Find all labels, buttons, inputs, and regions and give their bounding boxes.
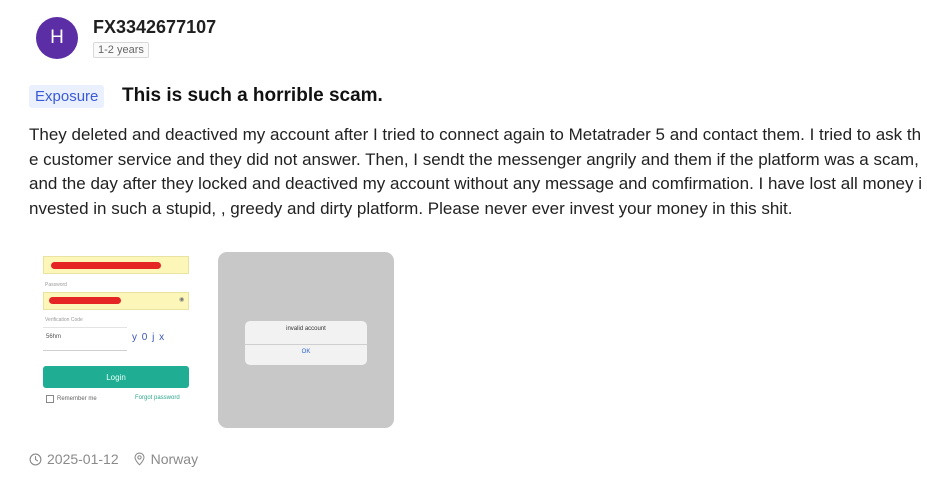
post-footer: 2025-01-12 Norway: [29, 451, 198, 467]
captcha-input: 56hm: [43, 327, 127, 351]
attachment-image-dialog[interactable]: invalid account OK: [218, 252, 394, 428]
username[interactable]: FX3342677107: [93, 17, 216, 38]
attachment-image-login[interactable]: Password ◉ Verification Code 56hm y 0 j …: [29, 252, 203, 428]
dialog-ok-button: OK: [301, 349, 311, 355]
remember-me: Remember me: [46, 395, 97, 403]
redaction-mark: [49, 297, 121, 304]
password-label: Password: [45, 282, 67, 288]
redaction-mark: [51, 262, 161, 269]
captcha-label: Verification Code: [45, 317, 83, 323]
category-tag: Exposure: [29, 85, 105, 108]
captcha-value: 56hm: [46, 334, 62, 340]
dialog-divider: [245, 344, 367, 345]
remember-label: Remember me: [57, 396, 97, 402]
eye-icon: ◉: [179, 297, 185, 303]
checkbox-icon: [46, 395, 54, 403]
clock-icon: [29, 453, 42, 466]
location-pin-icon: [133, 452, 146, 466]
post-location: Norway: [150, 451, 199, 467]
avatar-letter: H: [50, 27, 64, 48]
post-body: They deleted and deactived my account af…: [29, 125, 922, 218]
post-title: This is such a horrible scam.: [122, 85, 383, 106]
avatar[interactable]: H: [36, 17, 78, 59]
alert-dialog: invalid account OK: [245, 321, 367, 365]
login-button: Login: [43, 366, 189, 388]
captcha-code: y 0 j x: [132, 332, 166, 343]
forgot-password-link: Forgot password: [135, 395, 180, 401]
years-badge: 1-2 years: [93, 42, 149, 58]
dialog-message: invalid account: [286, 326, 326, 332]
post-date: 2025-01-12: [47, 451, 119, 467]
